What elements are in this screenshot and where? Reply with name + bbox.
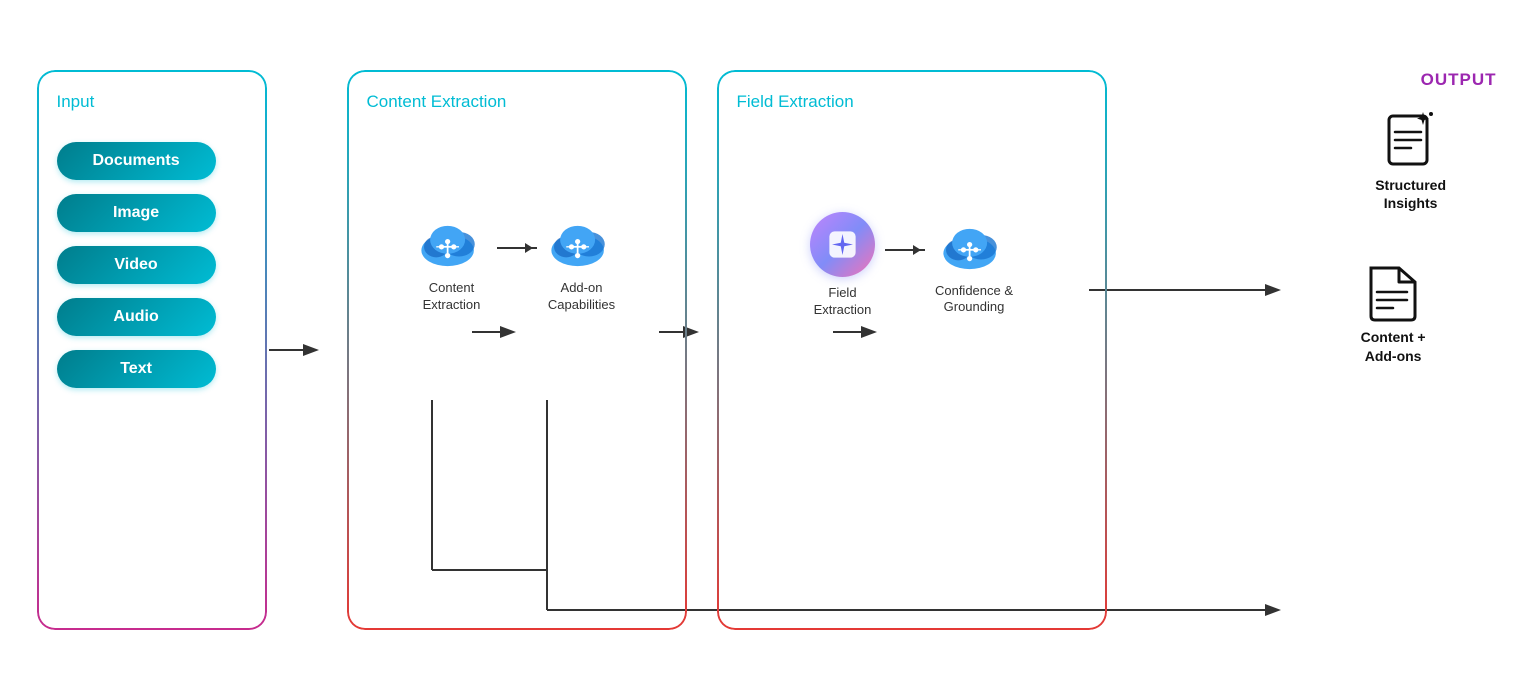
field-to-confidence-arrow [885, 249, 925, 251]
content-addons-content: Content +Add-ons [1361, 262, 1426, 364]
structured-insights-item: Structured Insights [1361, 110, 1461, 212]
structured-insights-label: Structured Insights [1361, 176, 1461, 212]
input-panel: Input Documents Image Video Audio Text [37, 70, 267, 630]
sparkle-icon [825, 227, 860, 262]
field-extraction-title: Field Extraction [737, 92, 854, 112]
cloud-extraction-icon [417, 212, 487, 272]
confidence-grounding-label: Confidence &Grounding [935, 283, 1013, 317]
input-item-audio[interactable]: Audio [57, 298, 216, 336]
content-extraction-label: ContentExtraction [423, 280, 481, 314]
input-item-image[interactable]: Image [57, 194, 216, 232]
field-extraction-panel: Field Extraction FieldExtraction [697, 70, 1087, 630]
document-list-svg [1363, 262, 1423, 322]
content-extraction-title: Content Extraction [367, 92, 507, 112]
content-extraction-step: ContentExtraction [417, 212, 487, 314]
diagram: Input Documents Image Video Audio Text C… [37, 30, 1497, 670]
cloud-confidence-icon [939, 215, 1009, 275]
structured-insights-icon [1381, 110, 1441, 170]
output-title: OUTPUT [1421, 70, 1497, 90]
field-extraction-step: FieldExtraction [810, 212, 875, 319]
ai-field-icon [810, 212, 875, 277]
output-items: Structured Insights [1361, 110, 1461, 365]
confidence-grounding-step: Confidence &Grounding [935, 215, 1013, 317]
content-addons-icon [1363, 262, 1423, 322]
output-panel: OUTPUT [1331, 70, 1497, 365]
input-item-documents[interactable]: Documents [57, 142, 216, 180]
document-sparkle-svg [1381, 110, 1441, 170]
input-item-video[interactable]: Video [57, 246, 216, 284]
field-extraction-label: FieldExtraction [814, 285, 872, 319]
input-item-text[interactable]: Text [57, 350, 216, 388]
content-addons-item: Content +Add-ons [1361, 262, 1461, 364]
input-items: Documents Image Video Audio Text [57, 142, 216, 388]
cloud-addon-icon [547, 212, 617, 272]
addon-capabilities-label: Add-onCapabilities [548, 280, 615, 314]
content-to-addon-arrow [497, 247, 537, 249]
content-extraction-panel: Content Extraction [317, 70, 657, 630]
addon-capabilities-step: Add-onCapabilities [547, 212, 617, 314]
content-addons-label: Content +Add-ons [1361, 328, 1426, 364]
input-title: Input [57, 92, 95, 112]
structured-insights-content: Structured Insights [1361, 110, 1461, 212]
